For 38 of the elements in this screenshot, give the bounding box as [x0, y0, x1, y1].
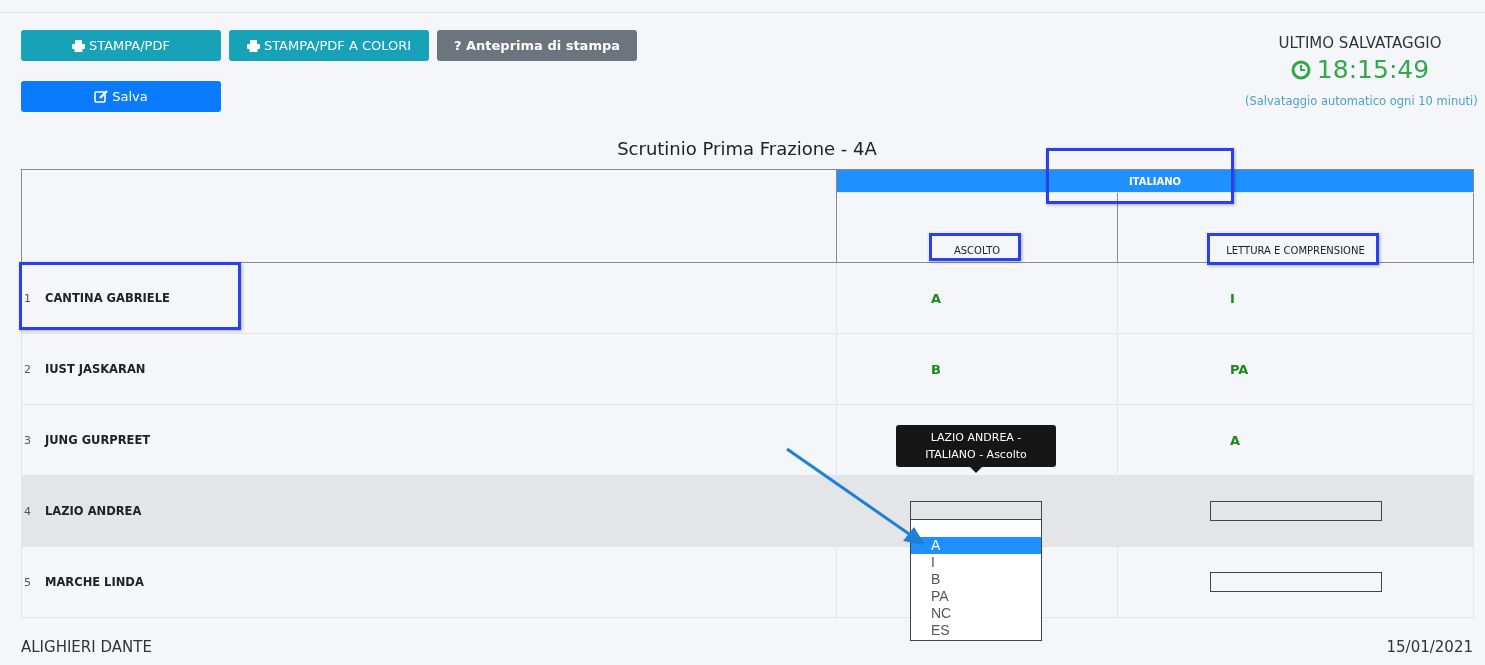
column-header: ASCOLTO — [836, 192, 1118, 263]
printer-icon — [246, 39, 260, 52]
subject-header: ITALIANO — [836, 169, 1474, 193]
column-header: LETTURA E COMPRENSIONE — [1117, 192, 1474, 263]
student-name: JUNG GURPREET — [45, 433, 151, 447]
autosave-note: (Salvataggio automatico ogni 10 minuti) — [1245, 94, 1478, 108]
tooltip: LAZIO ANDREA - ITALIANO - Ascolto — [896, 425, 1056, 473]
teacher-name: ALIGHIERI DANTE — [21, 638, 152, 656]
save-time: 18:15:49 — [1316, 55, 1430, 84]
student-name: LAZIO ANDREA — [45, 504, 142, 518]
printer-icon — [72, 39, 86, 52]
page-title: Scrutinio Prima Frazione - 4A — [616, 138, 878, 159]
row-number: 3 — [24, 433, 31, 447]
student-name: IUST JASKARAN — [45, 362, 146, 376]
date: 15/01/2021 — [1386, 638, 1473, 656]
clock-icon — [1290, 59, 1311, 80]
row-number: 5 — [24, 575, 31, 589]
edit-icon — [94, 90, 109, 103]
grade-value: PA — [1229, 361, 1249, 377]
dropdown-option[interactable]: ES — [911, 622, 1041, 639]
row-number: 4 — [24, 504, 31, 518]
dropdown-option[interactable]: I — [911, 554, 1041, 571]
dropdown-option[interactable]: B — [911, 571, 1041, 588]
grade-value: B — [930, 361, 941, 377]
student-name: MARCHE LINDA — [45, 575, 144, 589]
row-number: 1 — [24, 291, 31, 305]
grade-field[interactable] — [910, 501, 1042, 521]
grade-field[interactable] — [1210, 501, 1382, 521]
grade-value: A — [1229, 432, 1241, 448]
save-button[interactable]: Salva — [21, 81, 221, 112]
grade-field[interactable] — [1210, 572, 1382, 592]
grade-value: I — [1229, 290, 1235, 306]
dropdown-option[interactable]: PA — [911, 588, 1041, 605]
preview-button[interactable]: ? Anteprima di stampa — [437, 30, 637, 61]
grade-value: A — [930, 290, 942, 306]
row-number: 2 — [24, 362, 31, 376]
last-save-label: ULTIMO SALVATAGGIO — [1277, 33, 1443, 52]
student-name: CANTINA GABRIELE — [45, 291, 170, 305]
